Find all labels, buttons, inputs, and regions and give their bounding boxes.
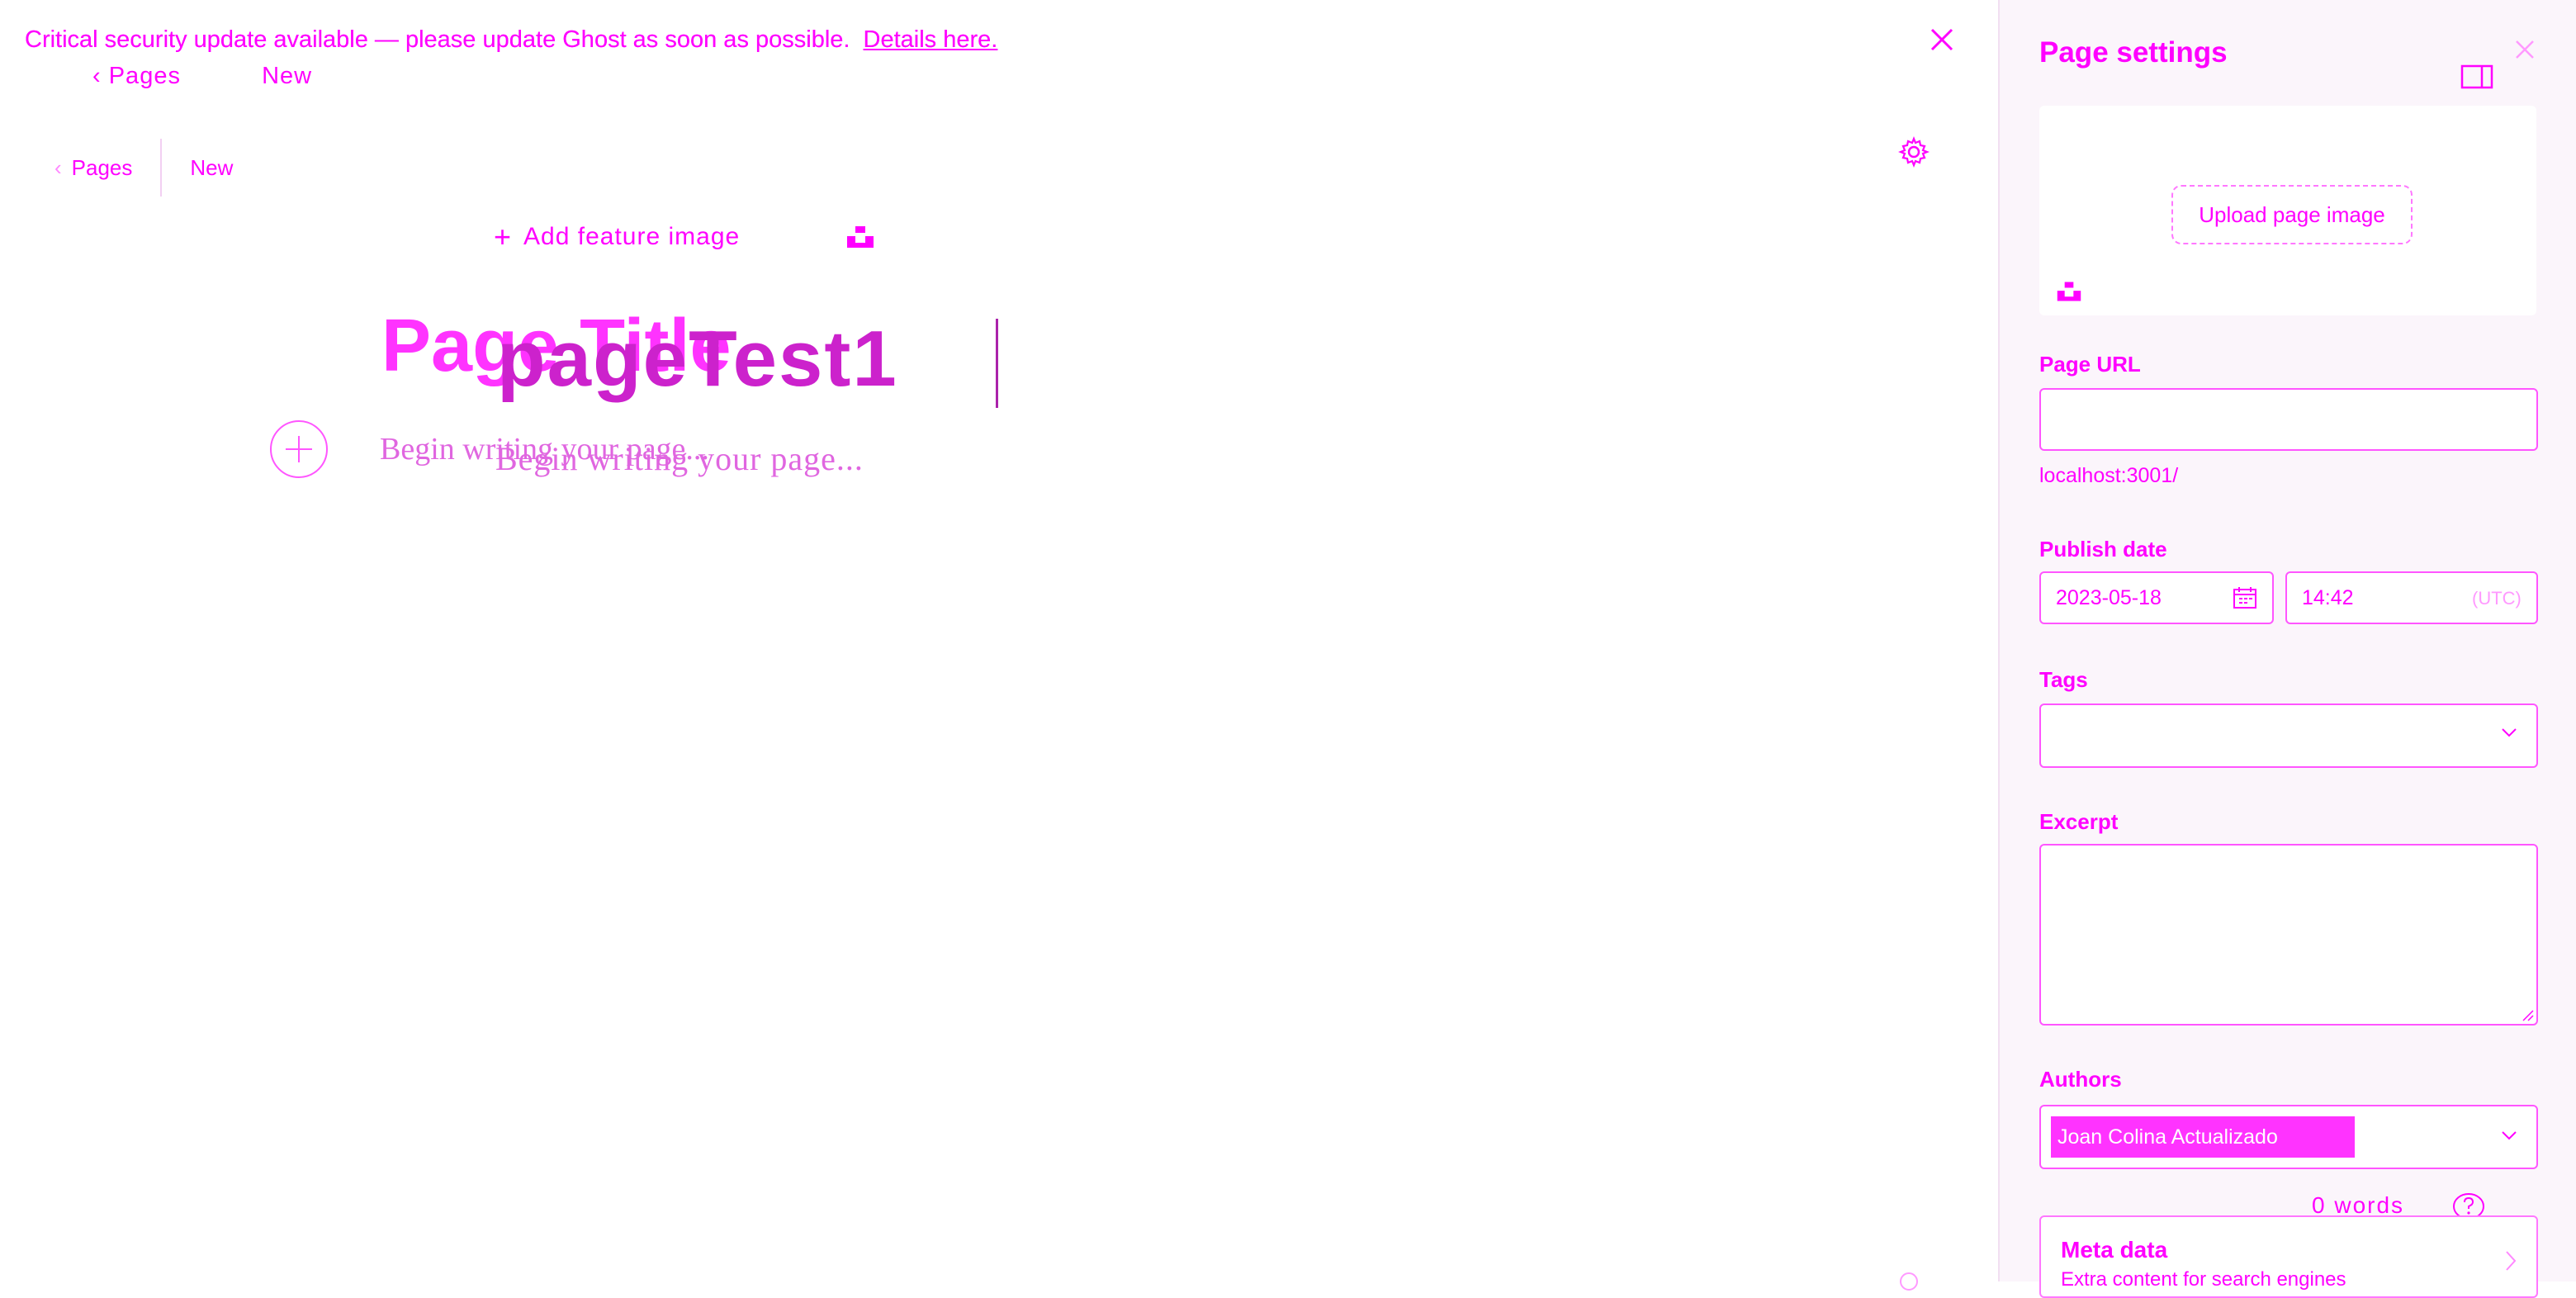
- page-url-hint: localhost:3001/: [2039, 464, 2179, 487]
- breadcrumb-back-link[interactable]: Pages: [72, 155, 133, 181]
- tags-label: Tags: [2039, 667, 2088, 692]
- text-caret: [996, 319, 998, 408]
- breadcrumb-status: New: [190, 154, 234, 180]
- publish-date-label: Publish date: [2039, 537, 2167, 561]
- unsplash-icon[interactable]: [2056, 279, 2082, 304]
- timezone-label: (UTC): [2472, 588, 2522, 609]
- upload-label: Upload page image: [2199, 201, 2385, 227]
- security-banner: Critical security update available — ple…: [25, 26, 997, 54]
- tags-select[interactable]: [2039, 703, 2538, 768]
- excerpt-textarea[interactable]: [2039, 844, 2538, 1026]
- chevron-down-icon[interactable]: [2498, 1125, 2520, 1146]
- chevron-left-icon: ‹: [54, 154, 62, 180]
- page-title-input[interactable]: pageTest1: [497, 314, 898, 405]
- meta-data-subtitle: Extra content for search engines: [2061, 1268, 2346, 1291]
- sidebar-toggle-icon[interactable]: [2460, 64, 2493, 89]
- resize-handle-icon[interactable]: [2522, 1009, 2535, 1022]
- authors-label: Authors: [2039, 1067, 2122, 1092]
- header-back-link[interactable]: Pages: [109, 63, 181, 89]
- upload-page-image-button[interactable]: Upload page image: [2171, 185, 2413, 244]
- date-value: 2023-05-18: [2056, 585, 2162, 609]
- excerpt-label: Excerpt: [2039, 809, 2119, 834]
- time-value: 14:42: [2302, 585, 2354, 609]
- feature-image-label: Add feature image: [523, 223, 741, 250]
- sidebar-title: Page settings: [2039, 36, 2228, 69]
- help-icon[interactable]: [1899, 1272, 1919, 1291]
- header-status: New: [262, 63, 313, 89]
- chevron-right-icon[interactable]: [2502, 1248, 2520, 1273]
- banner-message: Critical security update available — ple…: [25, 26, 850, 53]
- unsplash-icon[interactable]: [845, 225, 875, 249]
- add-card-button[interactable]: [269, 419, 329, 479]
- author-token[interactable]: Joan Colina Actualizado: [2051, 1116, 2355, 1158]
- body-placeholder-echo: Begin writing your page...: [495, 440, 864, 477]
- gear-icon[interactable]: [1897, 135, 1930, 168]
- breadcrumb-divider: [160, 139, 163, 197]
- calendar-icon[interactable]: [2233, 586, 2257, 609]
- chevron-left-icon: ‹: [92, 63, 109, 89]
- breadcrumb: ‹ Pages New: [54, 139, 233, 197]
- add-feature-image-button[interactable]: + Add feature image: [494, 220, 740, 254]
- banner-details-link[interactable]: Details here.: [864, 26, 998, 53]
- close-icon[interactable]: [1925, 23, 1958, 56]
- plus-icon: +: [494, 220, 513, 253]
- page-url-label: Page URL: [2039, 352, 2141, 377]
- chevron-down-icon[interactable]: [2498, 722, 2520, 743]
- meta-data-title: Meta data: [2061, 1237, 2168, 1262]
- page-url-input[interactable]: [2039, 388, 2538, 451]
- header-breadcrumb: ‹ Pages New: [92, 63, 312, 90]
- close-icon[interactable]: [2510, 35, 2540, 64]
